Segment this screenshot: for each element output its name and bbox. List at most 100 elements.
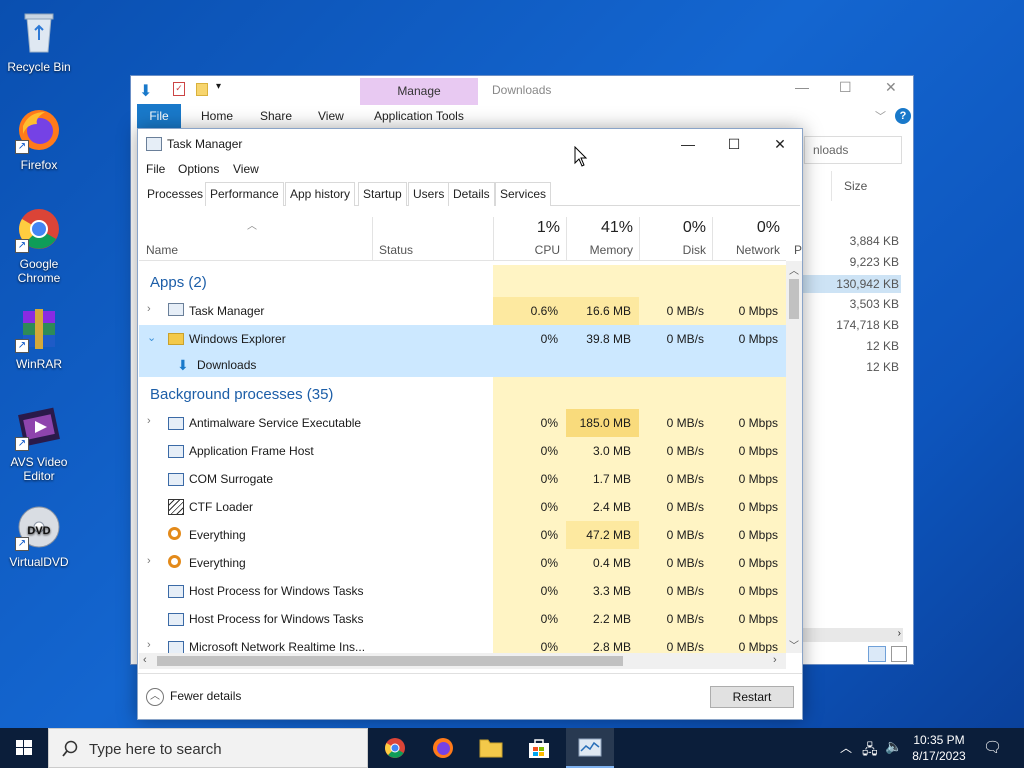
tab-details[interactable]: Details bbox=[448, 182, 495, 206]
explorer-horizontal-scrollbar[interactable]: › bbox=[803, 628, 903, 642]
process-row-windows-explorer[interactable]: ⌄ Windows Explorer 0% 39.8 MB 0 MB/s 0 M… bbox=[139, 325, 786, 353]
scroll-thumb[interactable] bbox=[789, 279, 799, 319]
cpu-value: 0.6% bbox=[493, 297, 566, 325]
column-header-status[interactable]: Status bbox=[373, 215, 493, 261]
tab-application-tools[interactable]: Application Tools bbox=[364, 104, 474, 128]
desktop-icon-label: WinRAR bbox=[15, 357, 62, 371]
process-row-task-manager[interactable]: › Task Manager 0.6% 16.6 MB 0 MB/s 0 Mbp… bbox=[139, 297, 786, 325]
column-header-name[interactable]: Name bbox=[138, 215, 372, 261]
volume-icon[interactable]: 🔈 bbox=[885, 738, 902, 768]
desktop-icon-firefox[interactable]: ↗ Firefox bbox=[4, 106, 74, 172]
chevron-up-icon[interactable]: ︿ bbox=[840, 739, 852, 768]
restart-button[interactable]: Restart bbox=[710, 686, 794, 708]
chevron-right-icon[interactable]: › bbox=[147, 415, 151, 427]
clock[interactable]: 10:35 PM 8/17/2023 bbox=[902, 732, 976, 764]
new-folder-icon[interactable] bbox=[196, 83, 208, 96]
taskbar-task-manager[interactable] bbox=[566, 728, 614, 768]
ribbon-tabs: File Home Share View Application Tools ﹀… bbox=[131, 104, 913, 128]
down-arrow-icon[interactable]: ⬇ bbox=[139, 81, 152, 101]
horizontal-scrollbar[interactable]: ‹ › bbox=[139, 653, 786, 669]
tab-processes[interactable]: Processes bbox=[142, 182, 209, 207]
process-row[interactable]: CTF Loader 0% 2.4 MB 0 MB/s 0 Mbps bbox=[139, 493, 786, 521]
column-label: Memory bbox=[589, 243, 633, 257]
scroll-thumb[interactable] bbox=[157, 656, 623, 666]
desktop-icon-winrar[interactable]: ↗ WinRAR bbox=[4, 305, 74, 371]
close-icon[interactable]: ✕ bbox=[885, 79, 897, 96]
taskbar-search-input[interactable]: Type here to search bbox=[48, 728, 368, 768]
network-icon[interactable]: 🖧 bbox=[862, 739, 878, 768]
chevron-down-icon[interactable]: ﹀ bbox=[789, 637, 799, 652]
task-manager-window[interactable]: Task Manager — ☐ ✕ File Options View Pro… bbox=[137, 128, 803, 720]
explorer-search-input[interactable]: nloads bbox=[804, 136, 902, 164]
tab-share[interactable]: Share bbox=[250, 104, 302, 128]
large-icons-view-icon[interactable] bbox=[891, 646, 907, 662]
column-header-cpu[interactable]: 1% CPU bbox=[493, 215, 566, 261]
process-row[interactable]: Application Frame Host 0% 3.0 MB 0 MB/s 0 Mb… bbox=[139, 437, 786, 465]
process-row[interactable]: › Everything 0% 0.4 MB 0 MB/s 0 Mbps bbox=[139, 549, 786, 577]
taskbar-chrome[interactable] bbox=[371, 728, 419, 768]
column-header-memory[interactable]: 41% Memory bbox=[566, 215, 639, 261]
minimize-icon[interactable]: — bbox=[795, 79, 809, 95]
process-row[interactable]: Everything 0% 47.2 MB 0 MB/s 0 Mbps bbox=[139, 521, 786, 549]
service-icon bbox=[168, 641, 184, 653]
chevron-right-icon[interactable]: › bbox=[147, 555, 151, 567]
fewer-details-link[interactable]: ︿ Fewer details bbox=[146, 688, 241, 706]
vertical-scrollbar[interactable]: ︿ ﹀ bbox=[786, 261, 802, 653]
tab-file[interactable]: File bbox=[137, 104, 181, 128]
tab-view[interactable]: View bbox=[308, 104, 354, 128]
chevron-right-icon[interactable]: › bbox=[898, 628, 901, 639]
tab-services[interactable]: Services bbox=[495, 182, 552, 206]
notification-icon[interactable]: 🗨 bbox=[983, 738, 1002, 768]
start-button[interactable] bbox=[0, 728, 48, 768]
close-icon[interactable]: ✕ bbox=[760, 133, 800, 157]
process-row[interactable]: › Antimalware Service Executable 0% 185.0 M… bbox=[139, 409, 786, 437]
process-row[interactable]: COM Surrogate 0% 1.7 MB 0 MB/s 0 Mbps bbox=[139, 465, 786, 493]
maximize-icon[interactable]: ☐ bbox=[714, 133, 754, 157]
process-row[interactable]: Host Process for Windows Tasks 0% 2.2 MB 0 … bbox=[139, 605, 786, 633]
dropdown-icon[interactable]: ▾ bbox=[216, 81, 221, 92]
details-view-icon[interactable] bbox=[868, 646, 886, 662]
column-label: CPU bbox=[534, 243, 560, 257]
tab-performance[interactable]: Performance bbox=[205, 182, 284, 206]
process-list[interactable]: Apps (2) › Task Manager 0.6% 16.6 MB 0 M… bbox=[139, 261, 786, 653]
chevron-up-icon[interactable]: ︿ bbox=[789, 262, 799, 277]
process-name: Windows Explorer bbox=[189, 332, 286, 346]
title-bar[interactable]: Task Manager — ☐ ✕ bbox=[138, 129, 802, 159]
menu-options[interactable]: Options bbox=[178, 162, 219, 176]
minimize-icon[interactable]: — bbox=[668, 133, 708, 157]
properties-icon[interactable]: ✓ bbox=[173, 82, 185, 96]
process-name: Downloads bbox=[197, 358, 257, 372]
menu-view[interactable]: View bbox=[233, 162, 259, 176]
taskbar-store[interactable] bbox=[515, 728, 563, 768]
size-column-header[interactable]: Size bbox=[831, 171, 911, 201]
disk-value: 0 MB/s bbox=[639, 409, 712, 437]
tab-app-history[interactable]: App history bbox=[285, 182, 356, 206]
process-row[interactable]: › Microsoft Network Realtime Ins... 0% 2.8 … bbox=[139, 633, 786, 653]
chevron-right-icon[interactable]: › bbox=[773, 654, 777, 666]
maximize-icon[interactable]: ☐ bbox=[839, 79, 852, 96]
tab-users[interactable]: Users bbox=[408, 182, 450, 206]
tab-home[interactable]: Home bbox=[191, 104, 243, 128]
column-header-network[interactable]: 0% Network bbox=[712, 215, 786, 261]
process-row[interactable]: Host Process for Windows Tasks 0% 3.3 MB 0 … bbox=[139, 577, 786, 605]
chevron-right-icon[interactable]: › bbox=[147, 303, 151, 315]
menu-file[interactable]: File bbox=[146, 162, 165, 176]
network-value: 0 Mbps bbox=[738, 332, 778, 346]
chevron-down-icon[interactable]: ﹀ bbox=[875, 108, 886, 124]
chevron-left-icon[interactable]: ‹ bbox=[143, 654, 147, 666]
service-icon bbox=[168, 445, 184, 458]
tab-startup[interactable]: Startup bbox=[358, 182, 407, 206]
desktop-icon-recycle-bin[interactable]: Recycle Bin bbox=[4, 8, 74, 74]
desktop-icon-virtualdvd[interactable]: DVD ↗ VirtualDVD bbox=[4, 503, 74, 569]
column-header-disk[interactable]: 0% Disk bbox=[639, 215, 712, 261]
process-name: Application Frame Host bbox=[189, 444, 314, 458]
help-icon[interactable]: ? bbox=[895, 108, 911, 124]
desktop-icon-avs-video-editor[interactable]: ↗ AVS Video Editor bbox=[4, 403, 74, 483]
taskbar-firefox[interactable] bbox=[419, 728, 467, 768]
chevron-right-icon[interactable]: › bbox=[147, 639, 151, 651]
process-child-downloads[interactable]: ⬇ Downloads bbox=[139, 353, 786, 377]
desktop-icon-chrome[interactable]: ↗ Google Chrome bbox=[4, 205, 74, 285]
column-header-power[interactable]: P bbox=[790, 215, 802, 261]
chevron-down-icon[interactable]: ⌄ bbox=[147, 331, 156, 344]
taskbar-file-explorer[interactable] bbox=[467, 728, 515, 768]
